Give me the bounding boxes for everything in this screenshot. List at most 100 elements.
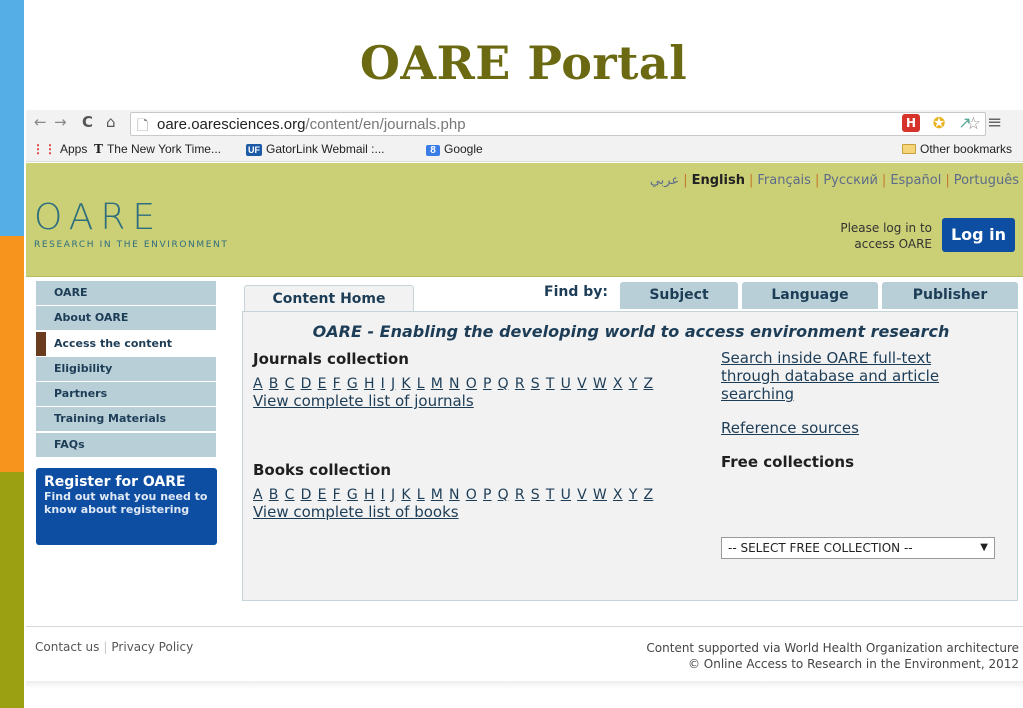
nav-item-access-content[interactable]: Access the content (36, 331, 216, 356)
books-view-all-link[interactable]: View complete list of books (253, 503, 459, 521)
footer-divider (26, 626, 1023, 627)
journal-letter-k[interactable]: K (401, 376, 410, 392)
reload-icon[interactable]: C (82, 113, 93, 131)
login-button[interactable]: Log in (942, 218, 1015, 252)
bookmark-gatorlink[interactable]: UF GatorLink Webmail :... (246, 142, 385, 156)
books-letters: ABCDEFGHIJKLMNOPQRSTUVWXYZ (253, 487, 659, 503)
journal-letter-w[interactable]: W (593, 376, 607, 392)
strip-olive (0, 472, 24, 708)
lang-arabic[interactable]: عربي (650, 173, 679, 188)
journal-letter-f[interactable]: F (333, 376, 341, 392)
tab-publisher[interactable]: Publisher (882, 282, 1018, 309)
lang-english[interactable]: English (692, 173, 745, 188)
book-letter-d[interactable]: D (301, 487, 312, 503)
strip-orange (0, 236, 24, 472)
journal-letter-c[interactable]: C (285, 376, 295, 392)
journal-letter-o[interactable]: O (466, 376, 477, 392)
book-letter-j[interactable]: J (391, 487, 395, 503)
extension-h-icon[interactable]: H (902, 114, 920, 132)
lang-french[interactable]: Français (757, 173, 811, 188)
contact-us-link[interactable]: Contact us (35, 640, 99, 654)
journals-view-all-link[interactable]: View complete list of journals (253, 392, 474, 410)
journal-letter-e[interactable]: E (318, 376, 327, 392)
book-letter-o[interactable]: O (466, 487, 477, 503)
journal-letter-s[interactable]: S (531, 376, 540, 392)
book-letter-q[interactable]: Q (498, 487, 509, 503)
journal-letter-m[interactable]: M (431, 376, 443, 392)
book-letter-v[interactable]: V (577, 487, 587, 503)
journal-letter-v[interactable]: V (577, 376, 587, 392)
bookmark-apps[interactable]: ⋮⋮ Apps (32, 142, 87, 156)
book-letter-a[interactable]: A (253, 487, 263, 503)
oare-logo[interactable]: OARE RESEARCH IN THE ENVIRONMENT (34, 197, 228, 250)
site-header: عربي | English | Français | Русский | Español | Po… (26, 163, 1023, 277)
bookmark-google[interactable]: 8 Google (426, 142, 483, 156)
journal-letter-a[interactable]: A (253, 376, 263, 392)
nav-item-partners[interactable]: Partners (36, 382, 216, 407)
journal-letter-j[interactable]: J (391, 376, 395, 392)
language-bar: عربي | English | Français | Русский | Español | Po… (649, 173, 1019, 188)
book-letter-c[interactable]: C (285, 487, 295, 503)
journal-letter-p[interactable]: P (483, 376, 492, 392)
journal-letter-l[interactable]: L (417, 376, 425, 392)
book-letter-f[interactable]: F (333, 487, 341, 503)
book-letter-b[interactable]: B (269, 487, 279, 503)
book-letter-i[interactable]: I (381, 487, 385, 503)
nav-item-oare[interactable]: OARE (36, 281, 216, 305)
address-bar[interactable]: 🗋 oare.oaresciences.org/content/en/journ… (130, 112, 986, 136)
menu-icon[interactable]: ≡ (987, 112, 1002, 133)
nav-item-faqs[interactable]: FAQs (36, 432, 216, 457)
extension-star-icon[interactable]: ✪ (930, 114, 948, 132)
book-letter-y[interactable]: Y (629, 487, 638, 503)
journal-letter-y[interactable]: Y (629, 376, 638, 392)
book-letter-x[interactable]: X (613, 487, 623, 503)
lang-portuguese[interactable]: Português (954, 173, 1019, 188)
journal-letter-d[interactable]: D (301, 376, 312, 392)
tab-content-home[interactable]: Content Home (244, 285, 414, 312)
book-letter-u[interactable]: U (561, 487, 571, 503)
privacy-policy-link[interactable]: Privacy Policy (111, 640, 193, 654)
journal-letter-t[interactable]: T (546, 376, 555, 392)
journal-letter-z[interactable]: Z (643, 376, 653, 392)
book-letter-z[interactable]: Z (643, 487, 653, 503)
journal-letter-x[interactable]: X (613, 376, 623, 392)
reference-sources-link[interactable]: Reference sources (721, 419, 859, 437)
book-letter-n[interactable]: N (449, 487, 460, 503)
journal-letter-u[interactable]: U (561, 376, 571, 392)
journal-letter-r[interactable]: R (515, 376, 525, 392)
home-icon[interactable]: ⌂ (106, 113, 116, 131)
journal-letter-g[interactable]: G (347, 376, 358, 392)
tab-subject[interactable]: Subject (620, 282, 738, 309)
book-letter-e[interactable]: E (318, 487, 327, 503)
journal-letter-q[interactable]: Q (498, 376, 509, 392)
tab-language[interactable]: Language (742, 282, 878, 309)
nav-item-about[interactable]: About OARE (36, 306, 216, 331)
journal-letter-i[interactable]: I (381, 376, 385, 392)
book-letter-g[interactable]: G (347, 487, 358, 503)
book-letter-s[interactable]: S (531, 487, 540, 503)
nav-item-eligibility[interactable]: Eligibility (36, 356, 216, 381)
register-box[interactable]: Register for OARE Find out what you need… (36, 468, 217, 545)
journal-letter-b[interactable]: B (269, 376, 279, 392)
free-collection-select[interactable]: -- SELECT FREE COLLECTION -- ▼ (721, 537, 995, 559)
other-bookmarks[interactable]: Other bookmarks (902, 142, 1012, 156)
book-letter-m[interactable]: M (431, 487, 443, 503)
book-letter-r[interactable]: R (515, 487, 525, 503)
lang-spanish[interactable]: Español (890, 173, 941, 188)
bookmark-nyt[interactable]: T The New York Time... (94, 142, 221, 156)
book-letter-w[interactable]: W (593, 487, 607, 503)
journal-letter-h[interactable]: H (364, 376, 375, 392)
dropdown-arrow-icon: ▼ (980, 542, 988, 553)
book-letter-l[interactable]: L (417, 487, 425, 503)
journal-letter-n[interactable]: N (449, 376, 460, 392)
back-arrow-icon[interactable]: ← (34, 113, 47, 131)
forward-arrow-icon[interactable]: → (54, 113, 67, 131)
extension-leaf-icon[interactable]: ↗ (956, 114, 974, 132)
lang-russian[interactable]: Русский (823, 173, 878, 188)
search-full-text-link[interactable]: Search inside OARE full-text through dat… (721, 349, 939, 403)
nav-item-training[interactable]: Training Materials (36, 407, 216, 432)
book-letter-t[interactable]: T (546, 487, 555, 503)
book-letter-h[interactable]: H (364, 487, 375, 503)
book-letter-k[interactable]: K (401, 487, 410, 503)
book-letter-p[interactable]: P (483, 487, 492, 503)
